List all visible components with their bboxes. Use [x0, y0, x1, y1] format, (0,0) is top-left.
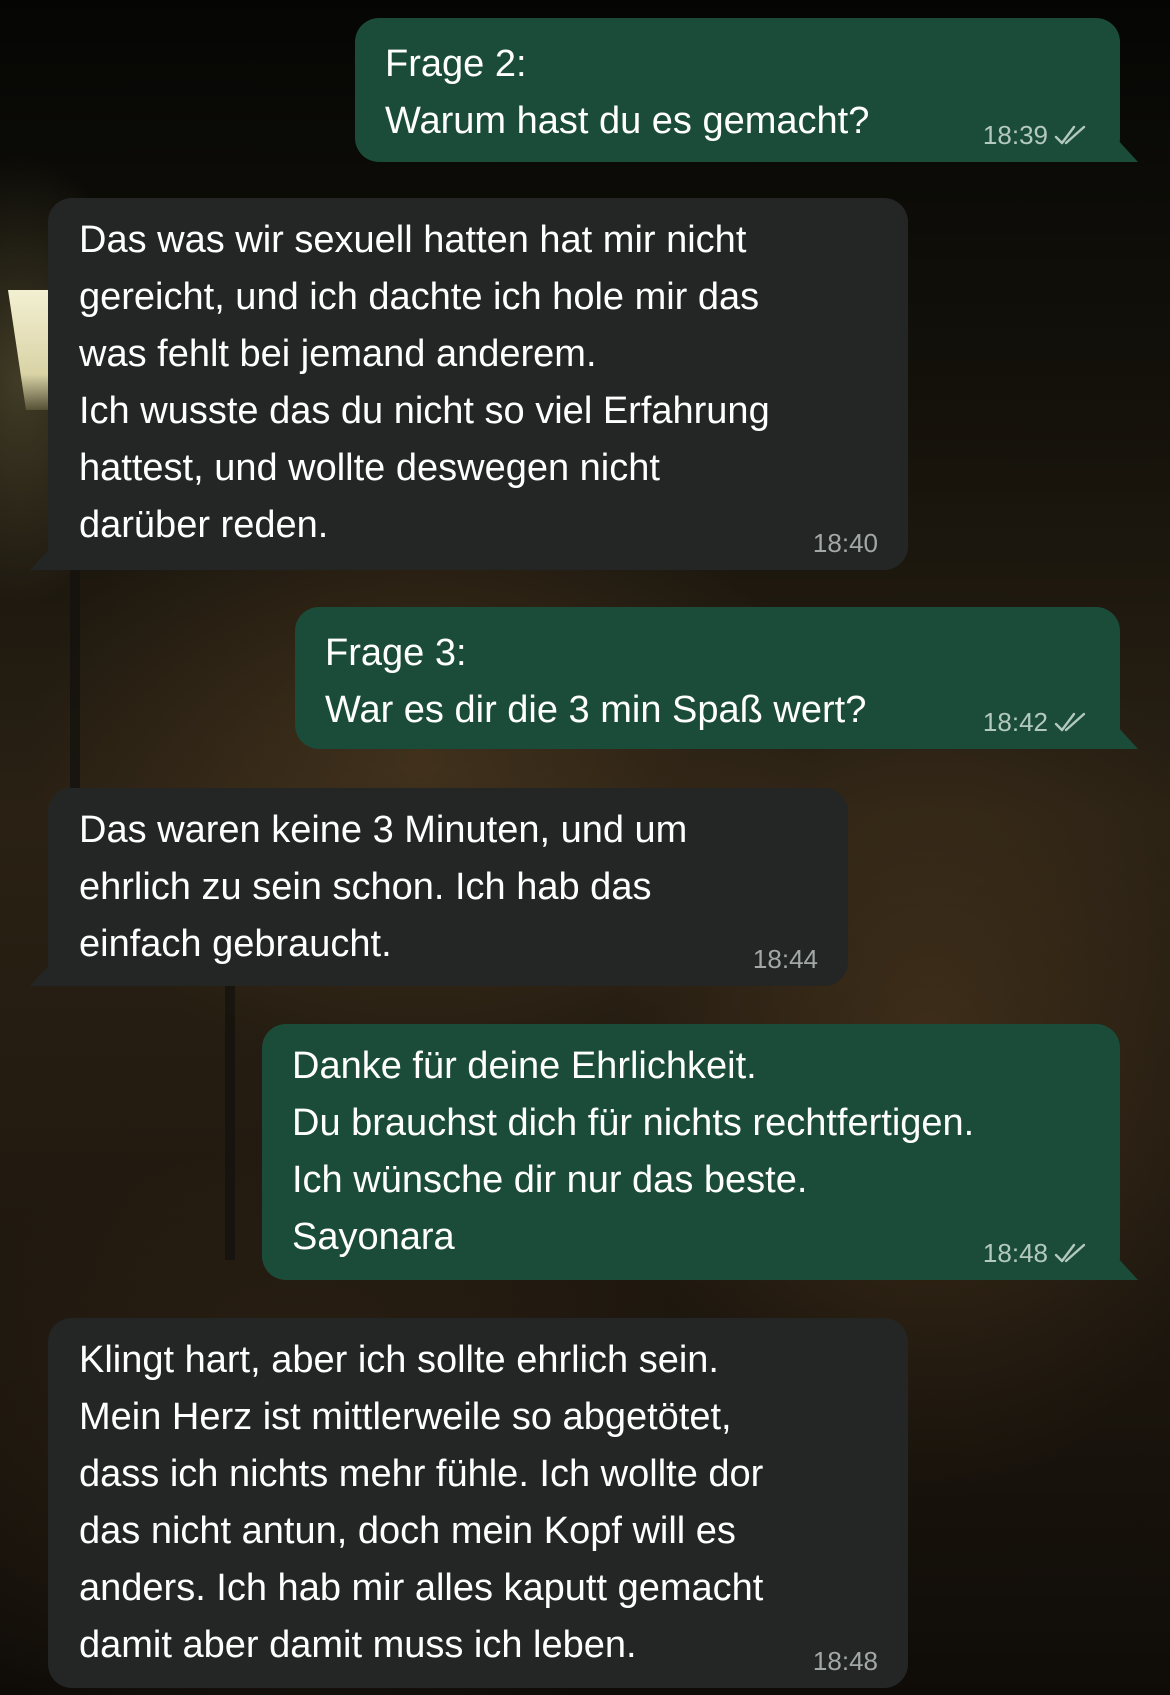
message-bubble-outgoing[interactable]: Frage 2: Warum hast du es gemacht? 18:39 [355, 18, 1138, 162]
message-text: Das waren keine 3 Minuten, und um ehrlic… [79, 809, 688, 965]
railing-post [225, 960, 235, 1260]
bubble-tail [1098, 1250, 1138, 1280]
message-meta: 18:44 [753, 944, 818, 974]
message-time: 18:40 [812, 528, 878, 558]
message-bubble-incoming[interactable]: Das waren keine 3 Minuten, und um ehrlic… [30, 788, 848, 986]
message-bubble-outgoing[interactable]: Danke für deine Ehrlichkeit. Du brauchst… [262, 1024, 1138, 1280]
bubble-tail [30, 540, 70, 570]
message-time: 18:39 [982, 120, 1048, 150]
message-meta: 18:42 [983, 707, 1090, 737]
message-text: Das was wir sexuell hatten hat mir nicht… [79, 219, 770, 546]
message-time: 18:48 [812, 1646, 878, 1676]
message-meta: 18:48 [813, 1646, 878, 1676]
message-time: 18:44 [752, 944, 818, 974]
bubble-tail [1098, 132, 1138, 162]
message-bubble-outgoing[interactable]: Frage 3: War es dir die 3 min Spaß wert?… [295, 607, 1138, 749]
double-check-read-icon [1054, 1243, 1086, 1263]
double-check-read-icon [1054, 125, 1086, 145]
message-bubble-incoming[interactable]: Das was wir sexuell hatten hat mir nicht… [30, 198, 908, 570]
message-time: 18:48 [982, 1238, 1048, 1268]
message-time: 18:42 [982, 707, 1048, 737]
message-bubble-incoming[interactable]: Klingt hart, aber ich sollte ehrlich sei… [48, 1318, 908, 1688]
street-lamp-light [8, 290, 48, 410]
message-text: Danke für deine Ehrlichkeit. Du brauchst… [292, 1045, 975, 1258]
bubble-tail [30, 956, 70, 986]
double-check-read-icon [1054, 712, 1086, 732]
message-text: Frage 3: War es dir die 3 min Spaß wert? [325, 632, 867, 731]
message-meta: 18:48 [983, 1238, 1090, 1268]
message-meta: 18:39 [983, 120, 1090, 150]
message-text: Klingt hart, aber ich sollte ehrlich sei… [79, 1339, 764, 1666]
message-meta: 18:40 [813, 528, 878, 558]
bubble-tail [1098, 719, 1138, 749]
